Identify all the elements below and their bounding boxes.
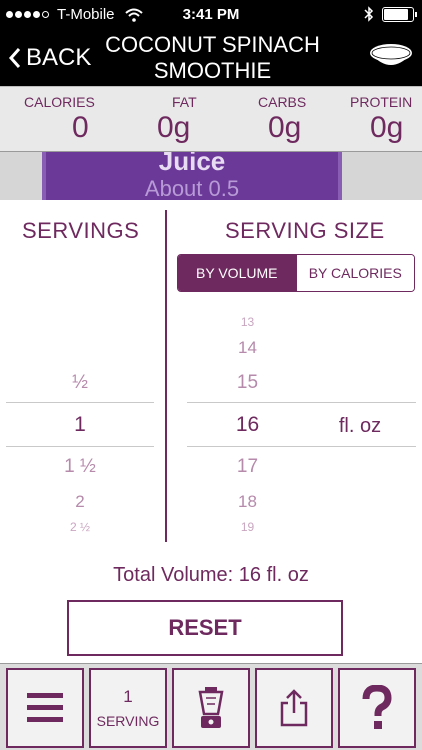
juice-title: Juice <box>158 152 226 176</box>
protein-label: PROTEIN <box>350 94 413 110</box>
help-button[interactable] <box>338 668 416 748</box>
blender-icon <box>198 687 224 728</box>
servings-header: SERVINGS <box>22 218 140 243</box>
page-title: COCONUT SPINACH SMOOTHIE <box>95 32 330 84</box>
carbs-value: 0g <box>268 111 302 144</box>
serving-count: 1 <box>123 687 133 706</box>
serving-size-header: SERVING SIZE <box>225 218 385 243</box>
juice-card: Juice About 0.5 <box>42 152 342 200</box>
fat-value: 0g <box>157 111 191 144</box>
by-calories-tab[interactable]: BY CALORIES <box>295 255 414 291</box>
servings-option-selected[interactable]: 1 <box>30 413 130 437</box>
size-selection-bottom <box>187 446 416 447</box>
status-bar: T-Mobile 3:41 PM <box>0 0 422 30</box>
size-option[interactable]: 18 <box>200 492 295 512</box>
carbs-label: CARBS <box>258 94 307 110</box>
battery-icon <box>382 6 417 22</box>
total-volume: Total Volume: 16 fl. oz <box>113 564 309 586</box>
title-line-2: SMOOTHIE <box>153 58 272 83</box>
size-option[interactable]: 15 <box>200 372 295 394</box>
status-right <box>364 6 417 22</box>
back-button[interactable]: BACK <box>8 40 91 76</box>
protein-value: 0g <box>370 111 404 144</box>
fat-cell: FAT 0g <box>100 87 200 151</box>
size-option[interactable]: 14 <box>200 338 295 358</box>
by-volume-tab[interactable]: BY VOLUME <box>178 255 296 291</box>
chevron-left-icon <box>8 48 21 68</box>
size-option[interactable]: 17 <box>200 456 295 478</box>
menu-button[interactable] <box>6 668 84 748</box>
calories-label: CALORIES <box>24 94 95 110</box>
servings-option[interactable]: 2 ½ <box>30 520 130 532</box>
servings-option[interactable]: ½ <box>30 372 130 394</box>
size-option[interactable]: 13 <box>200 315 295 327</box>
bowl-icon[interactable] <box>368 42 414 74</box>
serving-label: SERVING <box>96 713 160 729</box>
share-icon <box>280 689 308 727</box>
question-mark-icon <box>362 685 392 729</box>
serving-size-unit: fl. oz <box>338 415 382 437</box>
size-option[interactable]: 19 <box>200 520 295 532</box>
fat-label: FAT <box>172 94 197 110</box>
juice-subtitle: About 0.5 <box>144 176 240 200</box>
protein-cell: PROTEIN 0g <box>310 87 422 151</box>
serving-button[interactable]: 1 SERVING <box>89 668 167 748</box>
ingredient-image: Juice About 0.5 <box>0 152 422 200</box>
servings-option[interactable]: 2 <box>30 492 130 512</box>
size-selection-top <box>187 402 416 403</box>
bluetooth-icon <box>364 6 374 22</box>
carbs-cell: CARBS 0g <box>200 87 310 151</box>
calories-value: 0 <box>72 111 89 144</box>
hamburger-menu-icon <box>27 693 63 722</box>
blender-button[interactable] <box>172 668 250 748</box>
calories-cell: CALORIES 0 <box>0 87 100 151</box>
servings-picker-section: SERVINGS SERVING SIZE BY VOLUME BY CALOR… <box>0 200 422 550</box>
clock: 3:41 PM <box>182 6 240 23</box>
servings-selection-top <box>6 402 154 403</box>
back-label: BACK <box>26 44 92 71</box>
nav-bar: BACK COCONUT SPINACH SMOOTHIE <box>0 30 422 86</box>
bottom-toolbar: 1 SERVING <box>0 663 422 750</box>
title-line-1: COCONUT SPINACH <box>105 32 320 57</box>
servings-option[interactable]: 1 ½ <box>30 456 130 478</box>
serving-mode-toggle: BY VOLUME BY CALORIES <box>177 254 415 292</box>
size-option-selected[interactable]: 16 <box>200 413 295 437</box>
reset-button[interactable]: RESET <box>67 600 343 656</box>
column-divider <box>165 210 167 542</box>
nutrition-summary: CALORIES 0 FAT 0g CARBS 0g PROTEIN 0g <box>0 86 422 152</box>
share-button[interactable] <box>255 668 333 748</box>
servings-selection-bottom <box>6 446 154 447</box>
